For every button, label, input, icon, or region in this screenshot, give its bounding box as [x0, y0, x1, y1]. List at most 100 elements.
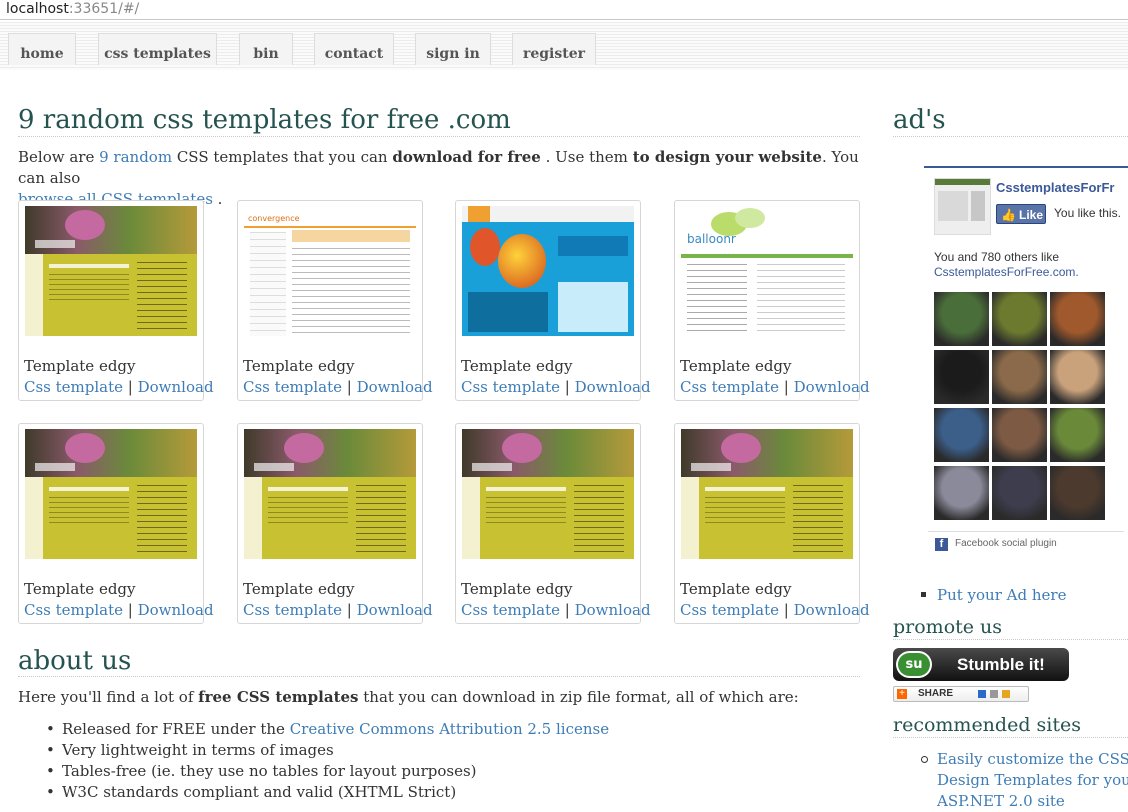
template-thumbnail[interactable]: balloonr	[681, 206, 853, 336]
fb-others-line2[interactable]: CsstemplatesForFree.com.	[934, 265, 1079, 279]
template-name: Template edgy	[243, 580, 355, 598]
thumbs-up-icon: 👍	[1001, 208, 1016, 222]
fan-avatar[interactable]	[992, 466, 1047, 520]
template-thumbnail[interactable]	[462, 429, 634, 559]
random-link[interactable]: random	[113, 148, 172, 166]
download-link[interactable]: Download	[138, 601, 214, 619]
download-link[interactable]: Download	[357, 378, 433, 396]
fan-avatar[interactable]	[1050, 350, 1105, 404]
download-link[interactable]: Download	[794, 601, 870, 619]
download-link[interactable]: Download	[357, 601, 433, 619]
top-navigation: home css templates bin contact sign in r…	[0, 22, 1128, 70]
intro-count: 9	[99, 148, 109, 166]
template-name: Template edgy	[680, 357, 792, 375]
css-template-link[interactable]: Css template	[243, 601, 342, 619]
download-link[interactable]: Download	[794, 378, 870, 396]
template-card: Template edgy Css template | Download	[674, 423, 870, 624]
link-separator: |	[342, 601, 357, 619]
intro-bold: to design your website	[632, 148, 822, 166]
template-name: Template edgy	[461, 357, 573, 375]
css-template-link[interactable]: Css template	[461, 601, 560, 619]
stumble-label: Stumble it!	[957, 655, 1045, 674]
download-link[interactable]: Download	[575, 601, 651, 619]
fan-avatar[interactable]	[992, 350, 1047, 404]
fb-like-button[interactable]: 👍 Like	[996, 204, 1046, 224]
page-title: 9 random css templates for free .com	[18, 104, 860, 137]
template-thumbnail[interactable]	[462, 206, 634, 336]
template-links: Css template | Download	[680, 378, 870, 396]
fb-page-name[interactable]: CsstemplatesForFr	[996, 180, 1128, 195]
intro-text: .	[212, 190, 223, 208]
delicious-icon	[978, 690, 986, 698]
css-template-link[interactable]: Css template	[24, 601, 123, 619]
about-title: about us	[18, 646, 860, 677]
css-template-link[interactable]: Css template	[24, 378, 123, 396]
template-links: Css template | Download	[24, 601, 214, 619]
template-thumbnail[interactable]	[25, 429, 197, 559]
list-item-text: Tables-free (ie. they use no tables for …	[62, 762, 477, 780]
template-links: Css template | Download	[461, 601, 651, 619]
square-bullet-icon	[921, 592, 926, 597]
css-template-link[interactable]: Css template	[680, 601, 779, 619]
stumble-button[interactable]: su Stumble it!	[893, 648, 1069, 681]
nav-register[interactable]: register	[512, 33, 596, 65]
list-item-text: Very lightweight in terms of images	[62, 741, 334, 759]
link-separator: |	[342, 378, 357, 396]
fb-plugin-label[interactable]: Facebook social plugin	[955, 538, 1057, 549]
address-host: localhost	[6, 1, 69, 17]
template-name: Template edgy	[461, 580, 573, 598]
recommended-link[interactable]: Easily customize the CSS Design Templates…	[937, 749, 1128, 812]
digg-icon	[990, 690, 998, 698]
stumbleupon-icon: su	[896, 651, 932, 678]
template-card: Template edgy Css template | Download	[455, 200, 651, 401]
page-thumbnail[interactable]	[934, 178, 991, 235]
share-label: SHARE	[918, 688, 954, 699]
template-thumbnail[interactable]: convergence	[244, 206, 416, 336]
put-ad-link[interactable]: Put your Ad here	[937, 586, 1066, 604]
list-item-text: W3C standards compliant and valid (XHTML…	[62, 783, 457, 801]
template-card: Template edgy Css template | Download	[18, 200, 214, 401]
download-link[interactable]: Download	[575, 378, 651, 396]
link-separator: |	[560, 378, 575, 396]
fan-avatar[interactable]	[1050, 466, 1105, 520]
ads-title: ad's	[893, 104, 1128, 137]
template-card: Template edgy Css template | Download	[18, 423, 214, 624]
template-name: Template edgy	[243, 357, 355, 375]
list-item: W3C standards compliant and valid (XHTML…	[46, 782, 846, 803]
fan-avatar[interactable]	[992, 408, 1047, 462]
address-bar[interactable]: localhost:33651/#/	[0, 0, 1128, 20]
css-template-link[interactable]: Css template	[243, 378, 342, 396]
link-separator: |	[779, 601, 794, 619]
fan-avatar[interactable]	[992, 292, 1047, 346]
fan-avatar[interactable]	[934, 408, 989, 462]
fan-avatar[interactable]	[934, 292, 989, 346]
download-link[interactable]: Download	[138, 378, 214, 396]
intro-text: . Use them	[540, 148, 633, 166]
fan-avatar[interactable]	[1050, 408, 1105, 462]
link-separator: |	[779, 378, 794, 396]
fan-avatar[interactable]	[934, 466, 989, 520]
about-text: Here you'll find a lot of	[18, 688, 199, 706]
template-thumbnail[interactable]	[25, 206, 197, 336]
css-template-link[interactable]: Css template	[461, 378, 560, 396]
about-list: Released for FREE under the Creative Com…	[46, 719, 846, 803]
share-button[interactable]: + SHARE	[893, 686, 1029, 702]
fan-avatar[interactable]	[934, 350, 989, 404]
plus-icon: +	[897, 689, 907, 699]
nav-contact[interactable]: contact	[314, 33, 394, 65]
template-thumbnail[interactable]	[681, 429, 853, 559]
license-link[interactable]: Creative Commons Attribution 2.5 license	[290, 720, 609, 738]
template-links: Css template | Download	[243, 378, 433, 396]
template-thumbnail[interactable]	[244, 429, 416, 559]
template-links: Css template | Download	[243, 601, 433, 619]
template-card: Template edgy Css template | Download	[455, 423, 651, 624]
nav-home[interactable]: home	[8, 33, 76, 65]
fan-avatar[interactable]	[1050, 292, 1105, 346]
intro-text: Below are	[18, 148, 100, 166]
nav-css-templates[interactable]: css templates	[98, 33, 217, 65]
css-template-link[interactable]: Css template	[680, 378, 779, 396]
nav-bin[interactable]: bin	[239, 33, 293, 65]
fb-others-line1: You and 780 others like	[934, 250, 1059, 264]
nav-sign-in[interactable]: sign in	[415, 33, 491, 65]
address-path: :33651/#/	[68, 1, 140, 17]
